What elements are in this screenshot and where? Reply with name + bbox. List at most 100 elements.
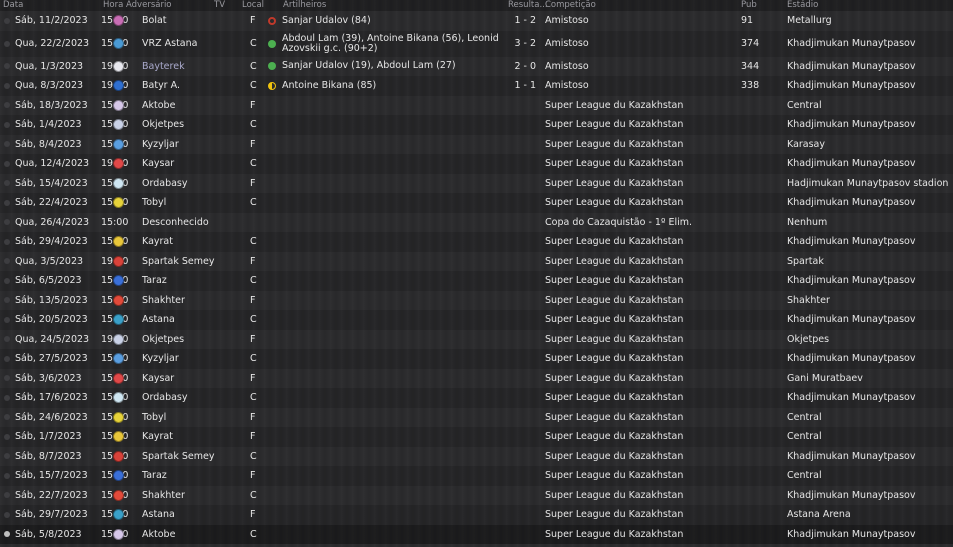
opponent-cell[interactable]: Tobyl: [113, 193, 238, 213]
competition-name[interactable]: Super League du Kazakhstan: [545, 369, 735, 389]
match-result[interactable]: 1 - 2: [508, 11, 536, 31]
opponent-name[interactable]: Okjetpes: [142, 334, 184, 345]
opponent-name[interactable]: Spartak Semey: [142, 256, 214, 267]
stadium-name[interactable]: Nenhum: [787, 213, 953, 233]
competition-name[interactable]: Super League du Kazakhstan: [545, 174, 735, 194]
opponent-name[interactable]: Tobyl: [142, 412, 166, 423]
stadium-name[interactable]: Khadjimukan Munaytpasov: [787, 349, 953, 369]
opponent-cell[interactable]: Bayterek: [113, 57, 238, 77]
match-result[interactable]: [508, 96, 536, 116]
table-row[interactable]: Sáb, 27/5/202315:00KyzyljarCSuper League…: [0, 349, 953, 369]
opponent-name[interactable]: Kayrat: [142, 431, 173, 442]
stadium-name[interactable]: Khadjimukan Munaytpasov: [787, 388, 953, 408]
match-result[interactable]: [508, 115, 536, 135]
opponent-name[interactable]: Kaysar: [142, 373, 174, 384]
stadium-name[interactable]: Khadjimukan Munaytpasov: [787, 232, 953, 252]
table-row[interactable]: Sáb, 1/4/202315:00OkjetpesCSuper League …: [0, 115, 953, 135]
match-result[interactable]: 2 - 0: [508, 57, 536, 77]
stadium-name[interactable]: Metallurg: [787, 11, 953, 31]
competition-name[interactable]: Super League du Kazakhstan: [545, 525, 735, 545]
opponent-cell[interactable]: Batyr A.: [113, 76, 238, 96]
table-row[interactable]: Qua, 26/4/2023 15:00 Desconhecido Copa do C…: [0, 213, 953, 233]
competition-name[interactable]: Super League du Kazakhstan: [545, 115, 735, 135]
match-result[interactable]: 1 - 1: [508, 76, 536, 96]
opponent-name[interactable]: Taraz: [142, 275, 167, 286]
competition-name[interactable]: Amistoso: [545, 76, 735, 96]
opponent-cell[interactable]: Kaysar: [113, 369, 238, 389]
opponent-cell[interactable]: Shakhter: [113, 291, 238, 311]
stadium-name[interactable]: Khadjimukan Munaytpasov: [787, 271, 953, 291]
stadium-name[interactable]: Khadjimukan Munaytpasov: [787, 115, 953, 135]
opponent-cell[interactable]: Ordabasy: [113, 388, 238, 408]
stadium-name[interactable]: Khadjimukan Munaytpasov: [787, 447, 953, 467]
competition-name[interactable]: Super League du Kazakhstan: [545, 349, 735, 369]
match-result[interactable]: [508, 486, 536, 506]
match-result[interactable]: [508, 349, 536, 369]
opponent-name[interactable]: Kyzyljar: [142, 139, 179, 150]
table-row[interactable]: Sáb, 29/7/202315:00AstanaFSuper League d…: [0, 505, 953, 525]
opponent-name[interactable]: Ordabasy: [142, 178, 188, 189]
opponent-cell[interactable]: Aktobe: [113, 525, 238, 545]
stadium-name[interactable]: Khadjimukan Munaytpasov: [787, 31, 953, 57]
competition-name[interactable]: Super League du Kazakhstan: [545, 388, 735, 408]
table-row[interactable]: Sáb, 8/7/202315:00Spartak SemeyCSuper Le…: [0, 447, 953, 467]
competition-name[interactable]: Super League du Kazakhstan: [545, 193, 735, 213]
opponent-name[interactable]: Batyr A.: [142, 80, 180, 91]
table-row[interactable]: Qua, 22/2/202315:00VRZ AstanaCAbdoul Lam…: [0, 30, 953, 57]
competition-name[interactable]: Super League du Kazakhstan: [545, 271, 735, 291]
competition-name[interactable]: Super League du Kazakhstan: [545, 447, 735, 467]
stadium-name[interactable]: Khadjimukan Munaytpasov: [787, 154, 953, 174]
table-row[interactable]: Sáb, 17/6/202315:00OrdabasyCSuper League…: [0, 388, 953, 408]
stadium-name[interactable]: Khadjimukan Munaytpasov: [787, 525, 953, 545]
table-row[interactable]: Sáb, 6/5/202315:00TarazCSuper League du …: [0, 271, 953, 291]
opponent-name[interactable]: Taraz: [142, 470, 167, 481]
table-row[interactable]: Sáb, 11/2/202315:00BolatFSanjar Udalov (…: [0, 11, 953, 31]
table-row[interactable]: Qua, 1/3/202319:30BayterekCSanjar Udalov…: [0, 57, 953, 77]
opponent-cell[interactable]: Bolat: [113, 11, 238, 31]
match-result[interactable]: [508, 232, 536, 252]
competition-name[interactable]: Super League du Kazakhstan: [545, 96, 735, 116]
competition-name[interactable]: Super League du Kazakhstan: [545, 330, 735, 350]
match-result[interactable]: [508, 291, 536, 311]
match-result[interactable]: [508, 466, 536, 486]
opponent-name[interactable]: Shakhter: [142, 295, 185, 306]
match-result[interactable]: [508, 369, 536, 389]
header-time-opponent[interactable]: Hora Adversário: [103, 0, 172, 11]
table-row[interactable]: Qua, 8/3/202319:30Batyr A.CAntoine Bikan…: [0, 76, 953, 96]
match-result[interactable]: [508, 427, 536, 447]
match-result[interactable]: [508, 135, 536, 155]
table-row[interactable]: Sáb, 8/4/202315:00KyzyljarFSuper League …: [0, 135, 953, 155]
stadium-name[interactable]: Khadjimukan Munaytpasov: [787, 310, 953, 330]
table-row[interactable]: Sáb, 22/7/202315:00ShakhterCSuper League…: [0, 486, 953, 506]
stadium-name[interactable]: Shakhter: [787, 291, 953, 311]
opponent-cell[interactable]: Spartak Semey: [113, 447, 238, 467]
competition-name[interactable]: Amistoso: [545, 57, 735, 77]
stadium-name[interactable]: Astana Arena: [787, 505, 953, 525]
opponent-cell[interactable]: Shakhter: [113, 486, 238, 506]
opponent-cell[interactable]: Kayrat: [113, 232, 238, 252]
header-result[interactable]: Resulta...: [508, 0, 548, 11]
match-result[interactable]: [508, 330, 536, 350]
table-row[interactable]: Qua, 12/4/202319:30KaysarCSuper League d…: [0, 154, 953, 174]
competition-name[interactable]: Super League du Kazakhstan: [545, 427, 735, 447]
opponent-cell[interactable]: Kyzyljar: [113, 349, 238, 369]
competition-name[interactable]: Super League du Kazakhstan: [545, 310, 735, 330]
stadium-name[interactable]: Hadjimukan Munaytpasov stadion: [787, 174, 953, 194]
opponent-name[interactable]: VRZ Astana: [142, 38, 197, 49]
opponent-name[interactable]: Bolat: [142, 15, 167, 26]
stadium-name[interactable]: Spartak: [787, 252, 953, 272]
opponent-name[interactable]: Astana: [142, 314, 175, 325]
table-row[interactable]: Sáb, 5/8/202315:00AktobeCSuper League du…: [0, 524, 953, 545]
opponent-name[interactable]: Astana: [142, 509, 175, 520]
competition-name[interactable]: Super League du Kazakhstan: [545, 232, 735, 252]
header-competition[interactable]: Competição: [545, 0, 596, 11]
match-result[interactable]: [508, 525, 536, 545]
opponent-name[interactable]: Bayterek: [142, 61, 185, 72]
competition-name[interactable]: Super League du Kazakhstan: [545, 252, 735, 272]
header-local[interactable]: Local: [242, 0, 264, 11]
header-pub[interactable]: Pub: [741, 0, 757, 11]
match-result[interactable]: [508, 154, 536, 174]
opponent-name[interactable]: Shakhter: [142, 490, 185, 501]
competition-name[interactable]: Super League du Kazakhstan: [545, 466, 735, 486]
opponent-name[interactable]: Aktobe: [142, 529, 175, 540]
